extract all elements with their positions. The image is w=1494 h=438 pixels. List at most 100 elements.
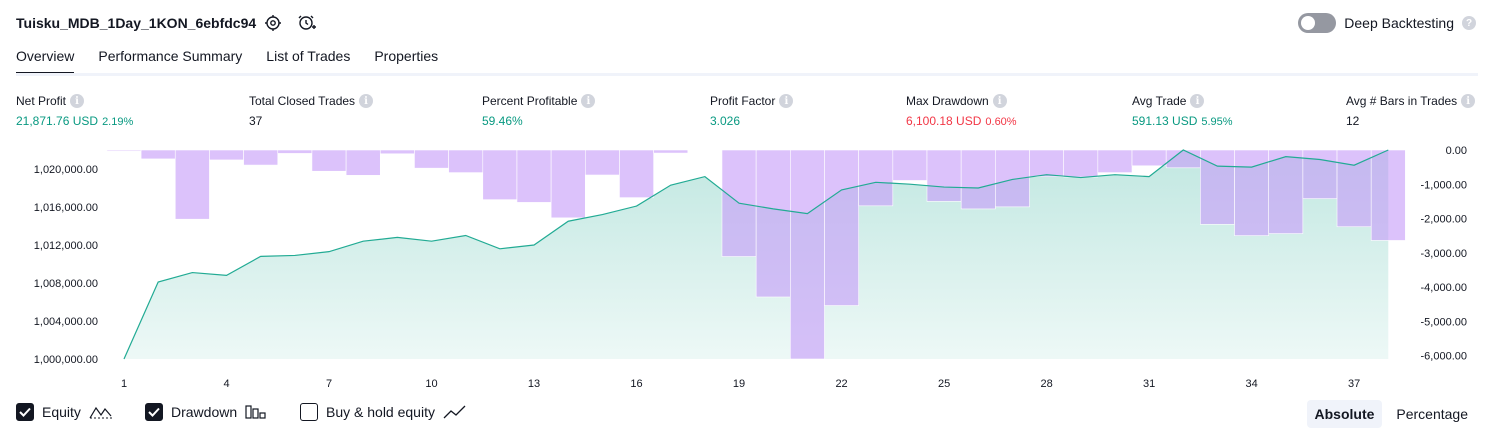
info-icon[interactable]: i (70, 94, 85, 108)
stat-label: Max Drawdown (906, 94, 989, 108)
drawdown-bar[interactable] (1097, 149, 1133, 173)
drawdown-bar[interactable] (824, 149, 859, 306)
drawdown-bar[interactable] (1131, 149, 1167, 167)
stat-avg-bars: Avg # Bars in Trades i 12 (1346, 94, 1476, 128)
drawdown-checkbox[interactable] (145, 403, 163, 421)
tab-overview[interactable]: Overview (16, 48, 75, 75)
drawdown-bar[interactable] (619, 149, 654, 198)
y-right-tick-label: 0.00 (1446, 145, 1467, 157)
drawdown-bar[interactable] (960, 149, 996, 210)
y-left-tick-label: 1,012,000.00 (34, 240, 98, 252)
x-tick-label: 16 (630, 378, 642, 390)
stat-percent-profitable: Percent Profitable i 59.46% (482, 94, 596, 128)
drawdown-bar[interactable] (311, 149, 347, 172)
drawdown-bar[interactable] (209, 149, 244, 161)
drawdown-bar[interactable] (584, 149, 620, 176)
drawdown-bar[interactable] (755, 149, 791, 298)
deep-backtesting-toggle-group: Deep Backtesting ? (1298, 13, 1476, 33)
drawdown-label: Drawdown (171, 404, 238, 420)
legend-equity[interactable]: Equity (16, 403, 113, 421)
x-tick-label: 34 (1245, 378, 1257, 390)
deep-backtesting-label: Deep Backtesting (1344, 15, 1454, 31)
info-icon[interactable]: i (581, 94, 596, 108)
absolute-mode-button[interactable]: Absolute (1306, 400, 1383, 428)
drawdown-bars-icon (245, 405, 266, 419)
tab-properties[interactable]: Properties (374, 48, 438, 75)
stat-value: 3.026 (710, 114, 741, 128)
stat-percent: 5.95% (1201, 116, 1233, 128)
stat-label: Percent Profitable (482, 94, 578, 108)
buy-hold-checkbox[interactable] (300, 403, 318, 421)
y-left-tick-label: 1,004,000.00 (34, 316, 98, 328)
x-tick-label: 19 (733, 378, 745, 390)
y-right-tick-label: -6,000.00 (1421, 351, 1467, 363)
drawdown-bar[interactable] (653, 149, 689, 154)
legend-drawdown[interactable]: Drawdown (145, 403, 267, 421)
x-tick-label: 1 (121, 378, 127, 390)
drawdown-bar[interactable] (1336, 149, 1372, 228)
drawdown-bar[interactable] (448, 149, 484, 173)
y-left-tick-label: 1,000,000.00 (34, 354, 98, 366)
drawdown-bar[interactable] (140, 149, 176, 160)
tab-performance-summary[interactable]: Performance Summary (98, 48, 242, 75)
x-tick-label: 10 (425, 378, 437, 390)
x-tick-label: 25 (938, 378, 950, 390)
info-icon[interactable]: i (1461, 94, 1476, 108)
y-right-tick-label: -3,000.00 (1421, 248, 1467, 260)
drawdown-bar[interactable] (243, 149, 279, 166)
tab-list-of-trades[interactable]: List of Trades (266, 48, 350, 75)
drawdown-bar[interactable] (516, 149, 552, 203)
drawdown-bar[interactable] (482, 149, 518, 200)
percentage-mode-button[interactable]: Percentage (1388, 400, 1476, 428)
stat-label: Total Closed Trades (249, 94, 356, 108)
drawdown-bar[interactable] (790, 149, 825, 360)
drawdown-bar[interactable] (174, 149, 210, 220)
x-tick-label: 28 (1040, 378, 1052, 390)
add-alert-icon[interactable] (297, 13, 317, 33)
drawdown-bar[interactable] (1063, 149, 1099, 178)
x-tick-label: 31 (1143, 378, 1155, 390)
drawdown-bar[interactable] (550, 149, 586, 219)
stat-total-closed-trades: Total Closed Trades i 37 (249, 94, 374, 128)
stat-label: Profit Factor (710, 94, 776, 108)
drawdown-bar[interactable] (995, 149, 1030, 208)
tab-bar: Overview Performance Summary List of Tra… (16, 48, 438, 75)
stat-value: 12 (1346, 114, 1360, 128)
deep-backtesting-toggle[interactable] (1298, 13, 1337, 33)
drawdown-bar[interactable] (106, 149, 142, 152)
drawdown-bar[interactable] (858, 149, 894, 207)
drawdown-bar[interactable] (379, 149, 415, 155)
drawdown-bar[interactable] (1370, 149, 1406, 241)
y-right-tick-label: -2,000.00 (1421, 214, 1467, 226)
drawdown-bar[interactable] (1302, 149, 1338, 199)
drawdown-bar[interactable] (414, 149, 449, 169)
buy-hold-label: Buy & hold equity (326, 404, 435, 420)
equity-checkbox[interactable] (16, 403, 34, 421)
legend-buy-hold[interactable]: Buy & hold equity (300, 403, 467, 421)
drawdown-bar[interactable] (892, 149, 928, 181)
info-icon[interactable]: i (779, 94, 794, 108)
stat-value: 37 (249, 114, 263, 128)
info-icon[interactable]: i (992, 94, 1007, 108)
info-icon[interactable]: i (1190, 94, 1205, 108)
drawdown-bar[interactable] (1029, 149, 1064, 178)
buy-hold-line-icon (443, 405, 466, 419)
settings-icon[interactable] (263, 13, 283, 33)
x-tick-label: 4 (223, 378, 229, 390)
drawdown-bar[interactable] (687, 149, 723, 151)
equity-drawdown-chart[interactable]: 1,000,000.00 1,004,000.00 1,008,000.00 1,01… (0, 140, 1494, 398)
info-icon[interactable]: i (359, 94, 374, 108)
strategy-title: Tuisku_MDB_1Day_1KON_6ebfdc94 (16, 15, 257, 31)
drawdown-bar[interactable] (926, 149, 962, 202)
stat-value: 21,871.76 USD (16, 114, 99, 128)
equity-line-icon (89, 406, 112, 419)
x-tick-label: 22 (835, 378, 847, 390)
stat-profit-factor: Profit Factor i 3.026 (710, 94, 794, 128)
stat-value: 591.13 USD (1132, 114, 1198, 128)
drawdown-bar[interactable] (1268, 149, 1304, 234)
drawdown-bar[interactable] (345, 149, 381, 176)
stat-net-profit: Net Profit i 21,871.76 USD 2.19% (16, 94, 133, 128)
x-tick-label: 7 (326, 378, 332, 390)
drawdown-bar[interactable] (277, 149, 313, 154)
help-icon[interactable]: ? (1462, 16, 1476, 30)
